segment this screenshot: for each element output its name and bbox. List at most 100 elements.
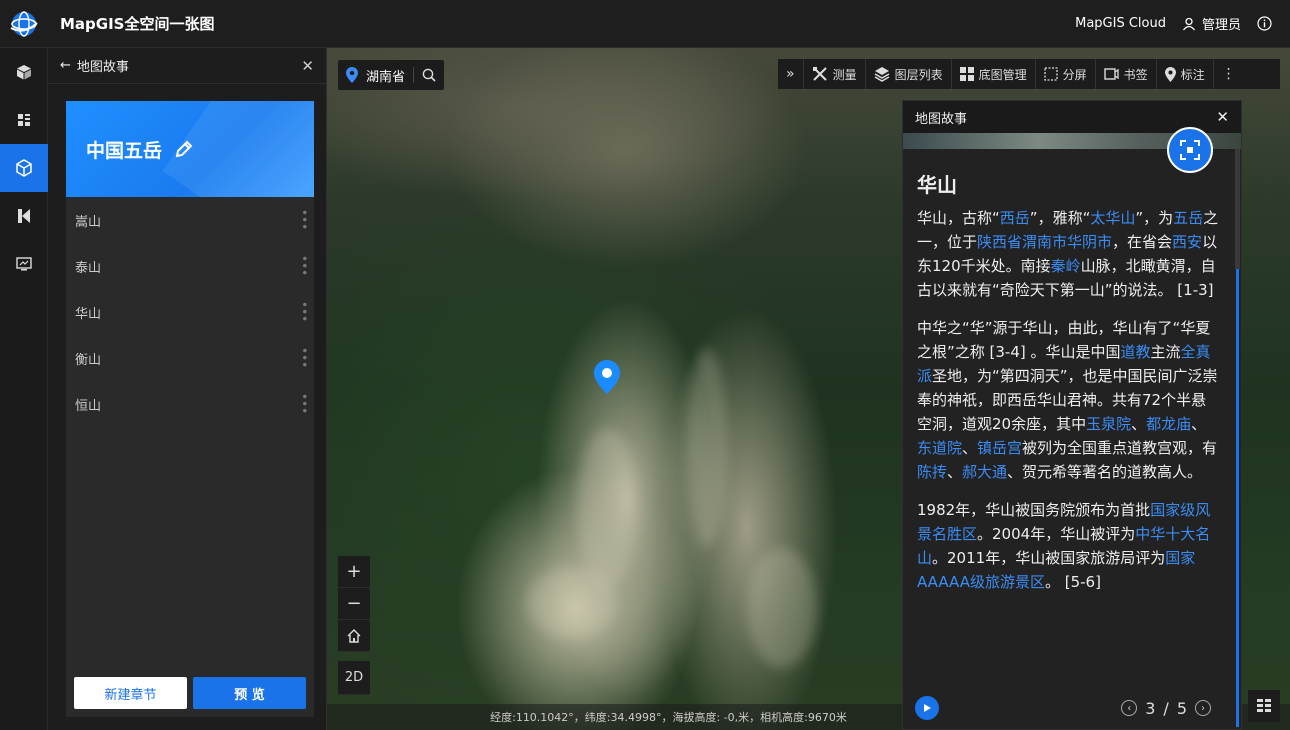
- split-screen-icon: [1043, 67, 1058, 81]
- play-button[interactable]: [915, 696, 939, 720]
- left-icon-bar: [0, 48, 48, 730]
- edit-pencil-icon[interactable]: [174, 139, 194, 159]
- encyclopedia-link[interactable]: 太华山: [1090, 209, 1135, 227]
- paragraph-text: 主流: [1150, 343, 1181, 361]
- paragraph-text: 、: [1191, 415, 1207, 433]
- more-vertical-icon[interactable]: •••: [297, 209, 311, 230]
- nav-layers[interactable]: [0, 96, 48, 144]
- encyclopedia-link[interactable]: 郝大通: [962, 463, 1007, 481]
- encyclopedia-link[interactable]: 镇岳宫: [977, 439, 1022, 457]
- chapter-title: 华山: [917, 173, 957, 197]
- more-vertical-icon[interactable]: •••: [297, 301, 311, 322]
- more-vertical-icon[interactable]: •••: [297, 255, 311, 276]
- mark-icon: [1164, 66, 1176, 82]
- chapter-paragraph: 1982年，华山被国务院颁布为首批国家级风景名胜区。2004年，华山被评为中华十…: [917, 498, 1221, 594]
- toolbar-label: 标注: [1180, 67, 1205, 82]
- map-story-panel: ← 地图故事 ✕ 中国五岳 嵩山 ••• 泰山 ••• 华山 ••• 衡山 ••• 恒山…: [48, 48, 327, 730]
- chapter-content: 华山 华山，古称“西岳”，雅称“太华山”，为五岳之一，位于陕西省渭南市华阴市，在…: [903, 149, 1235, 679]
- app-title: MapGIS全空间一张图: [60, 15, 215, 33]
- paragraph-text: 被列为全国重点道教宫观，有: [1022, 439, 1218, 457]
- previous-chapter-button[interactable]: ‹: [1121, 700, 1138, 716]
- double-chevron-right-icon: »: [786, 66, 795, 82]
- paragraph-text: 。2011年，华山被国家旅游局评为: [932, 549, 1166, 567]
- basemap-icon: [959, 67, 974, 81]
- paragraph-text: 。 [5-6]: [1044, 573, 1101, 591]
- more-vertical-icon[interactable]: •••: [297, 393, 311, 414]
- grid-toggle-button[interactable]: [1248, 690, 1280, 722]
- encyclopedia-link[interactable]: 西岳: [1000, 209, 1030, 227]
- toolbar-label: 图层列表: [894, 67, 943, 82]
- bookmark-icon: [1103, 68, 1119, 80]
- chapter-label: 泰山: [75, 260, 102, 276]
- app-logo-icon[interactable]: [0, 0, 48, 48]
- story-viewer: 地图故事 ✕ 华山 华山，古称“西岳”，雅称“太华山”，为五岳之一，位于陕西省渭…: [902, 100, 1242, 730]
- close-icon[interactable]: ✕: [1216, 108, 1229, 126]
- paragraph-text: 1982年，华山被国务院颁布为首批: [917, 501, 1151, 519]
- encyclopedia-link[interactable]: 玉泉院: [1086, 415, 1131, 433]
- search-icon[interactable]: [422, 68, 436, 82]
- measure-icon: [812, 67, 827, 81]
- toggle-2d-button[interactable]: 2D: [338, 661, 370, 695]
- user-name: 管理员: [1201, 18, 1241, 33]
- next-chapter-button[interactable]: ›: [1195, 700, 1211, 716]
- zoom-in-button[interactable]: +: [338, 556, 370, 588]
- toolbar-mark[interactable]: 标注: [1157, 59, 1214, 89]
- nav-cube[interactable]: [0, 48, 48, 96]
- collapse-toolbar-button[interactable]: »: [778, 59, 804, 89]
- location-marker-icon[interactable]: [594, 360, 620, 398]
- encyclopedia-link[interactable]: 秦岭: [1051, 257, 1081, 275]
- encyclopedia-link[interactable]: 道教: [1121, 343, 1151, 361]
- new-chapter-button[interactable]: 新建章节: [74, 677, 187, 709]
- nav-monitor[interactable]: [0, 240, 48, 288]
- encyclopedia-link[interactable]: 五岳: [1173, 209, 1203, 227]
- chapter-item[interactable]: 衡山 •••: [66, 335, 314, 381]
- nav-k[interactable]: [0, 192, 48, 240]
- chapter-item[interactable]: 泰山 •••: [66, 243, 314, 289]
- toolbar-split-screen[interactable]: 分屏: [1036, 59, 1096, 89]
- layers-grid-icon: [18, 114, 30, 126]
- toolbar-label: 底图管理: [978, 67, 1027, 82]
- story-viewer-title: 地图故事: [915, 111, 968, 127]
- encyclopedia-link[interactable]: 陈抟: [917, 463, 947, 481]
- story-viewer-footer: ‹ 3 / 5 ›: [903, 687, 1239, 729]
- chapter-item[interactable]: 华山 •••: [66, 289, 314, 335]
- content-scrollbar[interactable]: [1235, 149, 1240, 727]
- info-icon[interactable]: [1257, 16, 1272, 31]
- chapter-photo: [903, 127, 1241, 173]
- paragraph-text: ”，为: [1135, 209, 1174, 227]
- toolbar-basemap[interactable]: 底图管理: [952, 59, 1036, 89]
- home-button[interactable]: [338, 620, 370, 652]
- back-arrow-icon[interactable]: ←: [60, 58, 71, 73]
- scrollbar-thumb[interactable]: [1235, 149, 1240, 269]
- chapter-item[interactable]: 嵩山 •••: [66, 197, 314, 243]
- encyclopedia-link[interactable]: 西安: [1172, 233, 1202, 251]
- story-panel-title: 地图故事: [76, 60, 129, 75]
- user-menu[interactable]: 管理员: [1182, 14, 1241, 33]
- chapter-paragraph: 中华之“华”源于华山，由此，华山有了“华夏之根”之称 [3-4] 。华山是中国道…: [917, 316, 1221, 484]
- toolbar-measure[interactable]: 测量: [804, 59, 866, 89]
- toolbar-more-button[interactable]: ⋮: [1214, 59, 1244, 89]
- paragraph-text: 、: [962, 439, 978, 457]
- story-panel-header: ← 地图故事 ✕: [48, 48, 326, 84]
- chapter-label: 恒山: [75, 398, 102, 414]
- page-current: 3: [1145, 698, 1156, 718]
- location-search[interactable]: 湖南省: [338, 60, 445, 90]
- toolbar-bookmark[interactable]: 书签: [1096, 59, 1157, 89]
- locate-button[interactable]: [1167, 127, 1213, 173]
- encyclopedia-link[interactable]: 陕西省渭南市华阴市: [977, 233, 1112, 251]
- paragraph-text: 、: [947, 463, 963, 481]
- chapter-item[interactable]: 恒山 •••: [66, 381, 314, 427]
- toolbar-layer-list[interactable]: 图层列表: [866, 59, 952, 89]
- encyclopedia-link[interactable]: 都龙庙: [1146, 415, 1191, 433]
- preview-button[interactable]: 预 览: [193, 677, 306, 709]
- nav-map-story[interactable]: [0, 144, 48, 192]
- mapgis-cloud-link[interactable]: MapGIS Cloud: [1075, 16, 1166, 31]
- encyclopedia-link[interactable]: 东道院: [917, 439, 962, 457]
- map-viewport[interactable]: 湖南省 » 测量 图层列表 底图管理 分屏 书签 标注 ⋮ + − 2D 经度:…: [327, 48, 1290, 730]
- zoom-out-button[interactable]: −: [338, 588, 370, 620]
- story-title: 中国五岳: [86, 139, 163, 162]
- k-icon: [18, 209, 30, 223]
- more-vertical-icon[interactable]: •••: [297, 347, 311, 368]
- close-icon[interactable]: ✕: [301, 57, 314, 75]
- chapter-label: 衡山: [75, 352, 102, 368]
